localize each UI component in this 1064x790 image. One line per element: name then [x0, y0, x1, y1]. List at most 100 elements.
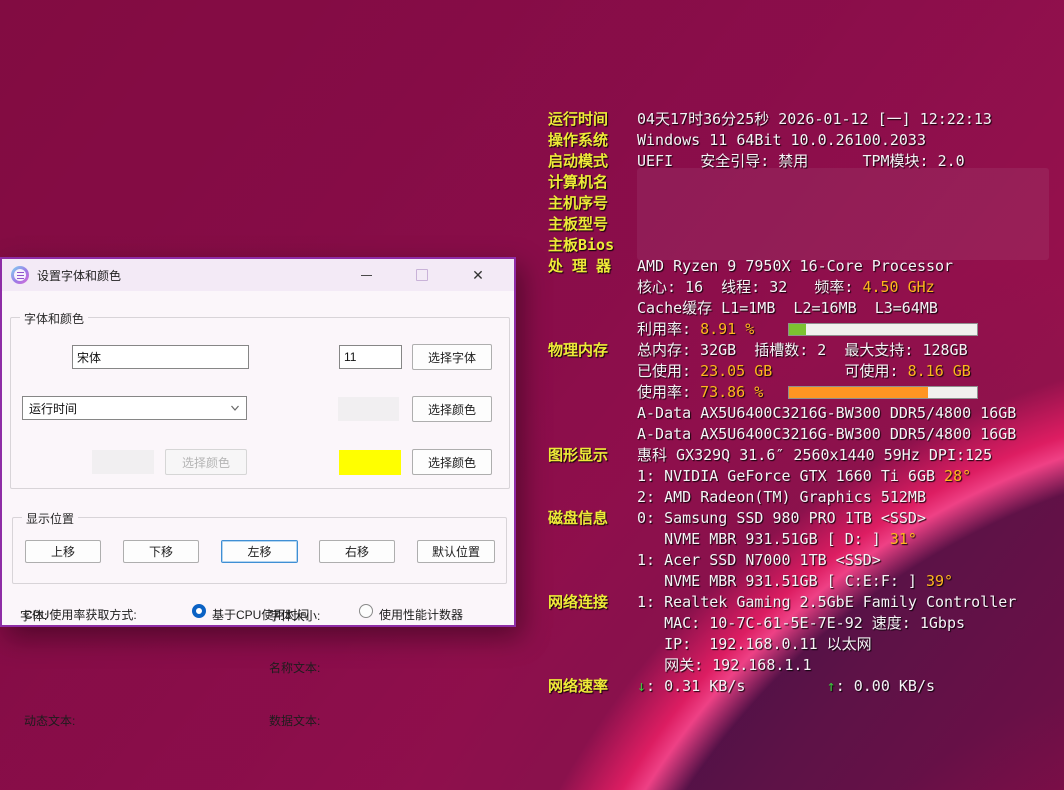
sysinfo-panel: 运行时间04天17时36分25秒 2026-01-12 [一] 12:22:13… [548, 109, 1060, 697]
settings-dialog: 设置字体和颜色 ✕ 字体和颜色 字体: 字体大小: 选择字体 运行时间 名称文本… [0, 257, 516, 627]
sysinfo-line: A-Data AX5U6400C3216G-BW300 DDR5/4800 16… [548, 424, 1060, 445]
font-name-input[interactable] [72, 345, 249, 369]
sysinfo-text: 可使用: [772, 362, 907, 380]
sysinfo-line: 核心: 16 线程: 32 频率: 4.50 GHz [548, 277, 1060, 298]
move-right-button[interactable]: 右移 [319, 540, 395, 563]
data-select-color-button[interactable]: 选择颜色 [412, 449, 492, 475]
dialog-title: 设置字体和颜色 [37, 267, 121, 284]
default-position-button[interactable]: 默认位置 [417, 540, 495, 563]
sysinfo-text: 惠科 GX329Q 31.6″ 2560x1440 59Hz DPI:125 [637, 446, 992, 464]
sysinfo-line: 已使用: 23.05 GB 可使用: 8.16 GB [548, 361, 1060, 382]
sysinfo-line: 网关: 192.168.1.1 [548, 655, 1060, 676]
sysinfo-label: 网络连接 [548, 592, 637, 613]
close-icon: ✕ [472, 268, 484, 282]
display-item-selected: 运行时间 [29, 400, 77, 417]
cpu-mode-radio-1[interactable] [192, 604, 206, 618]
sysinfo-text: 8.91 % [700, 320, 754, 338]
font-size-input[interactable] [339, 345, 402, 369]
name-text-color-swatch [338, 397, 399, 421]
desktop-wallpaper: 运行时间04天17时36分25秒 2026-01-12 [一] 12:22:13… [0, 0, 1064, 790]
data-text-label: 数据文本: [269, 712, 320, 729]
sysinfo-line: 1: Acer SSD N7000 1TB <SSD> [548, 550, 1060, 571]
sysinfo-text: 73.86 % [700, 383, 763, 401]
maximize-button[interactable] [394, 259, 450, 291]
sysinfo-label: 主板型号 [548, 214, 637, 235]
sysinfo-line: 操作系统Windows 11 64Bit 10.0.26100.2033 [548, 130, 1060, 151]
sysinfo-text: UEFI 安全引导: 禁用 TPM模块: 2.0 [637, 152, 965, 170]
cpu-mode-row: CPU使用率获取方式: 基于CPU使用时间使用性能计数器 [2, 600, 514, 624]
sysinfo-label: 物理内存 [548, 340, 637, 361]
sysinfo-text: A-Data AX5U6400C3216G-BW300 DDR5/4800 16… [637, 425, 1016, 443]
sysinfo-text: : 0.31 KB/s [646, 677, 745, 695]
name-select-color-button[interactable]: 选择颜色 [412, 396, 492, 422]
sysinfo-text: 总内存: 32GB 插槽数: 2 最大支持: 128GB [637, 341, 968, 359]
sysinfo-text: 23.05 GB [700, 362, 772, 380]
sysinfo-line: 计算机名 [548, 172, 1060, 193]
sysinfo-line: 主机序号 [548, 193, 1060, 214]
sysinfo-text: 8.16 GB [908, 362, 971, 380]
dynamic-select-color-button: 选择颜色 [165, 449, 247, 475]
sysinfo-line: NVME MBR 931.51GB [ D: ] 31° [548, 529, 1060, 550]
sysinfo-text: AMD Ryzen 9 7950X 16-Core Processor [637, 257, 953, 275]
data-text-color-swatch [339, 450, 401, 475]
sysinfo-line: 磁盘信息0: Samsung SSD 980 PRO 1TB <SSD> [548, 508, 1060, 529]
sysinfo-text: 1: Acer SSD N7000 1TB <SSD> [637, 551, 881, 569]
sysinfo-text: 28° [944, 467, 971, 485]
sysinfo-text: 1: NVIDIA GeForce GTX 1660 Ti 6GB [637, 467, 944, 485]
sysinfo-label: 计算机名 [548, 172, 637, 193]
sysinfo-text: 04天17时36分25秒 2026-01-12 [一] 12:22:13 [637, 110, 992, 128]
sysinfo-label: 启动模式 [548, 151, 637, 172]
sysinfo-line: Cache缓存 L1=1MB L2=16MB L3=64MB [548, 298, 1060, 319]
sysinfo-line: 主板Bios [548, 235, 1060, 256]
sysinfo-text: 使用率: [637, 383, 700, 401]
maximize-icon [416, 269, 428, 281]
sysinfo-label: 磁盘信息 [548, 508, 637, 529]
sysinfo-text: IP: 192.168.0.11 以太网 [637, 635, 872, 653]
sysinfo-line: 利用率: 8.91 % [548, 319, 1060, 340]
download-arrow-icon: ↓ [637, 677, 646, 695]
move-down-button[interactable]: 下移 [123, 540, 199, 563]
name-text-label: 名称文本: [269, 659, 320, 676]
sysinfo-label: 处 理 器 [548, 256, 637, 277]
minimize-button[interactable] [338, 259, 394, 291]
sysinfo-text: 2: AMD Radeon(TM) Graphics 512MB [637, 488, 926, 506]
sysinfo-line: 物理内存总内存: 32GB 插槽数: 2 最大支持: 128GB [548, 340, 1060, 361]
sysinfo-text: 1: Realtek Gaming 2.5GbE Family Controll… [637, 593, 1016, 611]
move-left-button[interactable]: 左移 [221, 540, 298, 563]
cpu-usage-bar [788, 323, 978, 336]
sysinfo-label: 主板Bios [548, 235, 637, 256]
sysinfo-line: 主板型号 [548, 214, 1060, 235]
cpu-mode-radio-2[interactable] [359, 604, 373, 618]
minimize-icon [361, 275, 372, 276]
sysinfo-text: 0: Samsung SSD 980 PRO 1TB <SSD> [637, 509, 926, 527]
cpu-mode-option-label[interactable]: 使用性能计数器 [379, 606, 463, 623]
sysinfo-line: 启动模式UEFI 安全引导: 禁用 TPM模块: 2.0 [548, 151, 1060, 172]
sysinfo-text: MAC: 10-7C-61-5E-7E-92 速度: 1Gbps [637, 614, 965, 632]
sysinfo-line: 网络速率↓: 0.31 KB/s ↑: 0.00 KB/s [548, 676, 1060, 697]
sysinfo-text: 核心: 16 线程: 32 频率: [637, 278, 862, 296]
sysinfo-text: 已使用: [637, 362, 700, 380]
sysinfo-text: 网关: 192.168.1.1 [637, 656, 812, 674]
sysinfo-line: 1: NVIDIA GeForce GTX 1660 Ti 6GB 28° [548, 466, 1060, 487]
memory-usage-bar [788, 386, 978, 399]
sysinfo-line: IP: 192.168.0.11 以太网 [548, 634, 1060, 655]
chevron-down-icon [230, 403, 240, 413]
dynamic-text-label: 动态文本: [24, 712, 75, 729]
sysinfo-line: 处 理 器AMD Ryzen 9 7950X 16-Core Processor [548, 256, 1060, 277]
display-item-dropdown[interactable]: 运行时间 [22, 396, 247, 420]
sysinfo-label: 主机序号 [548, 193, 637, 214]
font-color-group-legend: 字体和颜色 [20, 310, 88, 327]
sysinfo-text: 31° [890, 530, 917, 548]
close-button[interactable]: ✕ [450, 259, 506, 291]
move-up-button[interactable]: 上移 [25, 540, 101, 563]
dynamic-text-color-swatch [92, 450, 154, 474]
sysinfo-label: 运行时间 [548, 109, 637, 130]
select-font-button[interactable]: 选择字体 [412, 344, 492, 370]
sysinfo-text: 利用率: [637, 320, 700, 338]
sysinfo-text: NVME MBR 931.51GB [ C:E:F: ] [637, 572, 926, 590]
sysinfo-line: 使用率: 73.86 % [548, 382, 1060, 403]
sysinfo-text: : 0.00 KB/s [836, 677, 935, 695]
sysinfo-line: 运行时间04天17时36分25秒 2026-01-12 [一] 12:22:13 [548, 109, 1060, 130]
dialog-titlebar[interactable]: 设置字体和颜色 ✕ [2, 259, 514, 291]
cpu-mode-option-label[interactable]: 基于CPU使用时间 [212, 606, 309, 623]
